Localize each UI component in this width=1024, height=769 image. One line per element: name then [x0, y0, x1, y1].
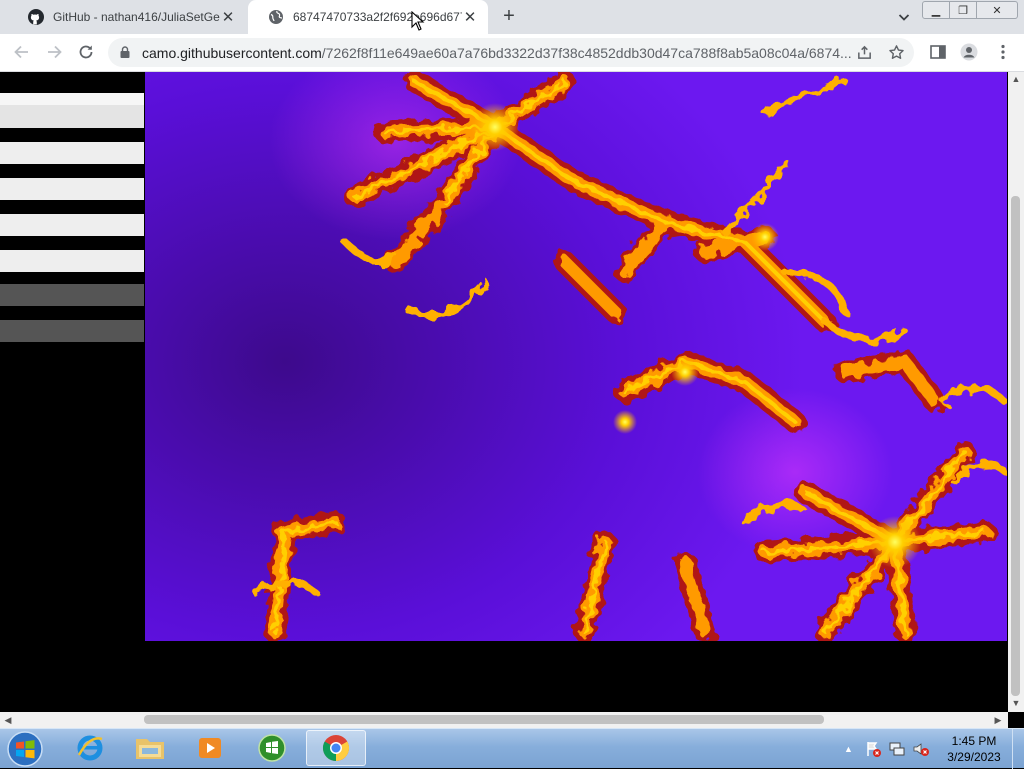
media-center-icon [258, 734, 286, 762]
browser-toolbar: camo.githubusercontent.com/7262f8f11e649… [0, 34, 1024, 72]
address-bar[interactable]: camo.githubusercontent.com/7262f8f11e649… [108, 38, 914, 67]
tab-image[interactable]: 68747470733a2f2f692e696d6775722e636f6d ✕ [248, 0, 488, 34]
chrome-icon [322, 735, 350, 762]
tab-title: 68747470733a2f2f692e696d6775722e636f6d [293, 10, 462, 24]
horizontal-scroll-thumb[interactable] [144, 715, 824, 724]
forward-arrow-icon[interactable] [44, 42, 64, 62]
bookmark-star-icon[interactable] [888, 44, 905, 61]
new-tab-icon[interactable]: + [498, 5, 520, 27]
clock-time: 1:45 PM [951, 734, 997, 748]
url-text[interactable]: camo.githubusercontent.com/7262f8f11e649… [142, 45, 852, 61]
window-controls: ▁ ❐ ✕ [922, 1, 1018, 19]
volume-muted-icon[interactable] [912, 740, 930, 758]
taskbar-chrome[interactable] [306, 730, 366, 766]
taskbar-internet-explorer[interactable] [62, 730, 118, 766]
profile-avatar-icon[interactable] [960, 43, 978, 61]
scroll-up-arrow-icon[interactable]: ▲ [1010, 74, 1022, 84]
system-tray: ▲ [844, 729, 930, 769]
windows-start-icon[interactable] [3, 730, 47, 768]
windows-explorer-icon [136, 739, 164, 759]
windows-taskbar: ▲ 1:45 PM 3/29/2023 [0, 728, 1024, 769]
vertical-scrollbar[interactable]: ▲ ▼ [1008, 72, 1024, 712]
horizontal-scrollbar[interactable]: ◀ ▶ [0, 712, 1008, 728]
back-arrow-icon[interactable] [12, 42, 32, 62]
taskbar-clock[interactable]: 1:45 PM 3/29/2023 [940, 733, 1008, 765]
internet-explorer-icon [77, 735, 103, 761]
scroll-left-arrow-icon[interactable]: ◀ [2, 715, 14, 726]
show-desktop-button[interactable] [1012, 729, 1024, 769]
close-tab-icon[interactable]: ✕ [220, 9, 236, 26]
close-tab-icon[interactable]: ✕ [462, 9, 478, 26]
action-center-flag-icon[interactable] [864, 740, 882, 758]
url-path: /7262f8f11e649ae60a7a76bd3322d37f38c4852… [321, 45, 852, 61]
striped-image-left [0, 72, 144, 344]
url-host: camo.githubusercontent.com [142, 45, 322, 61]
tab-github[interactable]: GitHub - nathan416/JuliaSetGen ✕ [8, 0, 246, 34]
taskbar-windows-explorer[interactable] [122, 730, 178, 766]
show-hidden-icons-icon[interactable]: ▲ [844, 744, 858, 754]
julia-set-fractal-image [145, 72, 1007, 641]
taskbar-media-center[interactable] [244, 730, 300, 766]
tab-strip: GitHub - nathan416/JuliaSetGen ✕ 6874747… [0, 0, 1024, 34]
scroll-right-arrow-icon[interactable]: ▶ [992, 715, 1004, 726]
restore-icon[interactable]: ❐ [949, 2, 976, 18]
network-icon[interactable] [888, 740, 906, 758]
tab-search-chevron-icon[interactable] [896, 9, 912, 25]
fractal-arms [251, 72, 1007, 641]
reload-icon[interactable] [76, 42, 96, 62]
media-player-icon [199, 738, 221, 758]
clock-date: 3/29/2023 [947, 750, 1001, 764]
close-window-icon[interactable]: ✕ [976, 2, 1017, 18]
taskbar-media-player[interactable] [182, 730, 238, 766]
share-icon[interactable] [856, 44, 873, 61]
github-icon [28, 9, 44, 25]
minimize-icon[interactable]: ▁ [923, 2, 949, 18]
page-viewport [0, 72, 1008, 712]
globe-icon [269, 10, 283, 24]
side-panel-icon[interactable] [929, 43, 947, 61]
more-menu-icon[interactable] [994, 43, 1012, 61]
scroll-down-arrow-icon[interactable]: ▼ [1010, 698, 1022, 708]
tab-title: GitHub - nathan416/JuliaSetGen [53, 10, 220, 24]
lock-icon[interactable] [120, 46, 130, 58]
vertical-scroll-thumb[interactable] [1011, 196, 1020, 696]
mouse-cursor-icon [411, 11, 425, 31]
